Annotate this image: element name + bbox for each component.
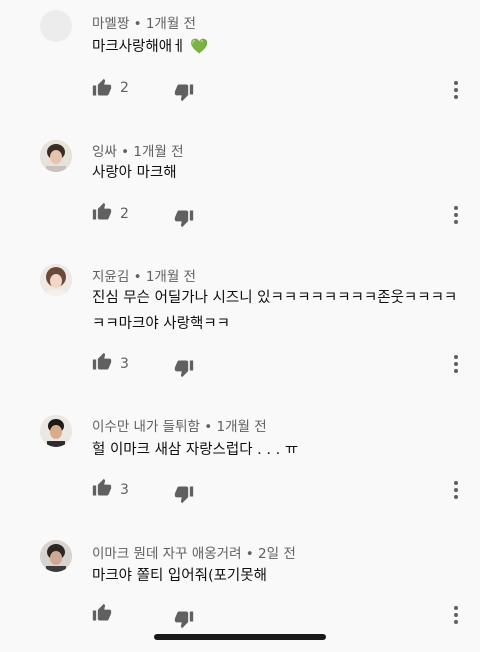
comment-text: 마크사랑해애ㅔ 💚: [92, 39, 209, 55]
more-vert-icon[interactable]: [454, 481, 458, 499]
thumb-up-icon[interactable]: [92, 478, 112, 498]
comment-time: • 2일 전: [245, 546, 296, 562]
comment-time: • 1개월 전: [204, 419, 267, 435]
comment-author[interactable]: 이마크 뭔데 자꾸 애옹거려: [92, 546, 242, 562]
more-vert-icon[interactable]: [454, 81, 458, 99]
comment-text: 마크야 쫄티 입어줘(포기못해: [92, 568, 267, 584]
comment-text: 사랑아 마크해: [92, 165, 177, 181]
thumb-down-icon[interactable]: [174, 82, 194, 102]
thumb-up-icon[interactable]: [92, 78, 112, 98]
avatar[interactable]: [40, 540, 72, 572]
more-vert-icon[interactable]: [454, 606, 458, 624]
like-count: 2: [120, 206, 129, 222]
comment-text: 헐 이마크 새삼 자랑스럽다 . . . ㅠ: [92, 442, 299, 458]
avatar[interactable]: [40, 10, 72, 42]
thumb-up-icon[interactable]: [92, 352, 112, 372]
comment-meta: 이마크 뭔데 자꾸 애옹거려 • 2일 전: [92, 542, 296, 562]
thumb-down-icon[interactable]: [174, 609, 194, 629]
comment-time: • 1개월 전: [121, 144, 184, 160]
comment-author[interactable]: 지윤김: [92, 269, 129, 285]
thumb-up-icon[interactable]: [92, 603, 112, 623]
thumb-down-icon[interactable]: [174, 358, 194, 378]
avatar[interactable]: [40, 140, 72, 172]
thumb-up-icon[interactable]: [92, 202, 112, 222]
comment-author[interactable]: 마멜짱: [92, 16, 129, 32]
comment-meta: 마멜짱 • 1개월 전: [92, 12, 196, 32]
comment-meta: 이수만 내가 들튀함 • 1개월 전: [92, 415, 267, 435]
comment-author[interactable]: 잉싸: [92, 144, 117, 160]
comment-meta: 잉싸 • 1개월 전: [92, 140, 184, 160]
like-count: 3: [120, 356, 129, 372]
comment-text: 진심 무슨 어딜가나 시즈니 있ㅋㅋㅋㅋㅋㅋㅋㅋ존웃ㅋㅋㅋㅋㅋㅋ마크야 사랑핵ㅋ…: [92, 290, 458, 332]
more-vert-icon[interactable]: [454, 206, 458, 224]
more-vert-icon[interactable]: [454, 355, 458, 373]
comment-author[interactable]: 이수만 내가 들튀함: [92, 419, 200, 435]
home-indicator[interactable]: [154, 634, 326, 640]
like-count: 2: [120, 80, 129, 96]
like-count: 3: [120, 482, 129, 498]
avatar[interactable]: [40, 415, 72, 447]
thumb-down-icon[interactable]: [174, 208, 194, 228]
comment-meta: 지윤김 • 1개월 전: [92, 265, 196, 285]
avatar[interactable]: [40, 264, 72, 296]
comment-time: • 1개월 전: [133, 16, 196, 32]
thumb-down-icon[interactable]: [174, 484, 194, 504]
comment-time: • 1개월 전: [133, 269, 196, 285]
